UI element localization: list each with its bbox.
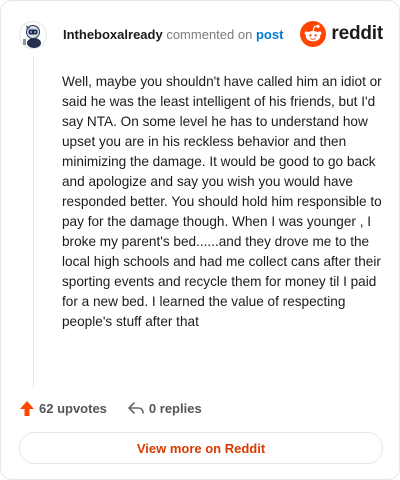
reply-arrow-icon	[128, 402, 144, 414]
post-link[interactable]: post	[256, 27, 283, 42]
view-more-button[interactable]: View more on Reddit	[19, 432, 383, 464]
reddit-logo[interactable]: reddit	[300, 21, 383, 47]
reply-count: 0 replies	[148, 400, 202, 416]
comment-actions: 62 upvotes 0 replies	[19, 397, 202, 419]
upvote-arrow-icon	[20, 400, 34, 416]
comment-meta: Intheboxalready commented on post	[63, 27, 283, 43]
user-avatar[interactable]	[19, 21, 47, 49]
embedded-comment-card: Intheboxalready commented on post reddit…	[0, 0, 400, 480]
commented-on-text: commented on	[166, 27, 253, 42]
upvote-button[interactable]: 62 upvotes	[19, 400, 107, 417]
reply-button[interactable]: 0 replies	[127, 400, 202, 416]
reddit-snoo-icon	[300, 21, 327, 47]
comment-header: Intheboxalready commented on post reddit	[19, 19, 383, 51]
avatar-icon	[19, 21, 47, 49]
comment-body: Well, maybe you shouldn't have called hi…	[62, 74, 382, 329]
upvote-count: 62 upvotes	[39, 400, 107, 416]
thread-line	[33, 57, 34, 387]
username-link[interactable]: Intheboxalready	[63, 27, 163, 42]
reddit-wordmark: reddit	[331, 23, 383, 44]
